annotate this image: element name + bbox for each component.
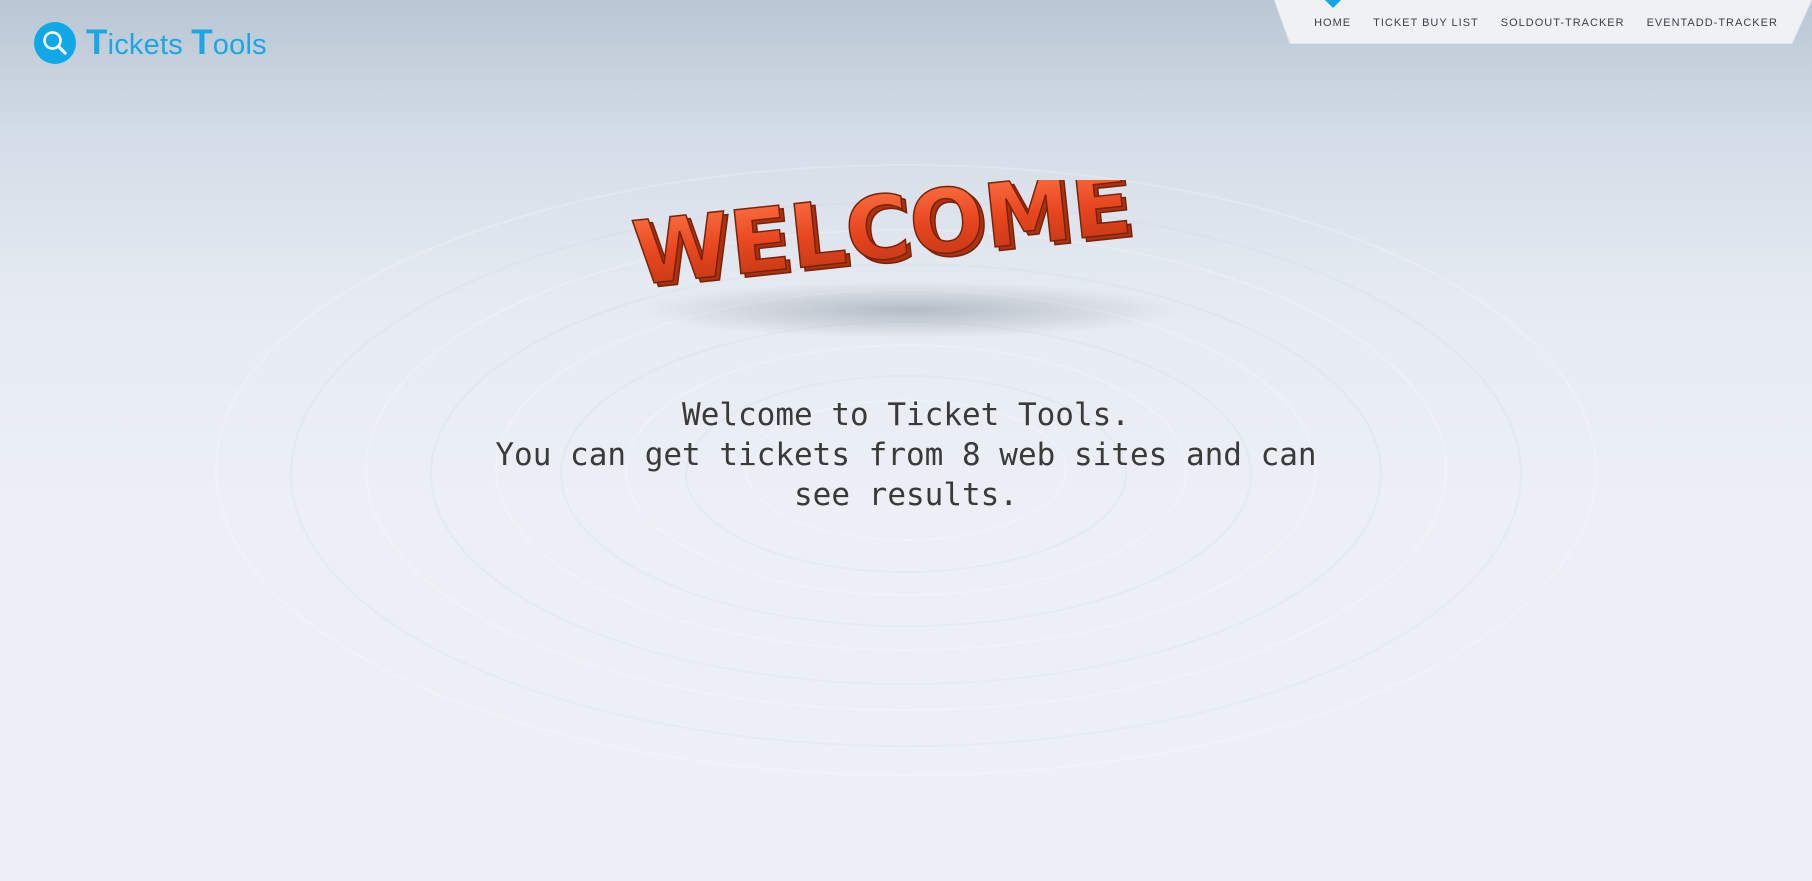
brand-name: Tickets Tools	[86, 23, 267, 63]
nav-item-eventadd-tracker[interactable]: EVENTADD-TRACKER	[1647, 0, 1778, 29]
brand-initial-t1: T	[86, 23, 108, 62]
welcome-line-2: You can get tickets from 8 web sites and…	[495, 437, 1317, 473]
brand-word-2: ools	[212, 29, 267, 61]
welcome-line-3: see results.	[794, 477, 1018, 513]
brand-word-1: ickets	[107, 29, 192, 61]
brand-logo[interactable]: Tickets Tools	[34, 22, 267, 64]
nav-item-ticket-buy-list[interactable]: TICKET BUY LIST	[1373, 0, 1479, 29]
nav-item-home[interactable]: HOME	[1314, 0, 1351, 29]
welcome-3d-art: WELCOME WELCOME	[630, 180, 1180, 338]
welcome-message: Welcome to Ticket Tools. You can get tic…	[456, 395, 1356, 515]
search-icon	[34, 22, 76, 64]
brand-initial-t2: T	[191, 23, 213, 62]
nav-item-soldout-tracker[interactable]: SOLDOUT-TRACKER	[1501, 0, 1625, 29]
welcome-line-1: Welcome to Ticket Tools.	[682, 397, 1130, 433]
top-nav: HOME TICKET BUY LIST SOLDOUT-TRACKER EVE…	[1274, 0, 1812, 44]
